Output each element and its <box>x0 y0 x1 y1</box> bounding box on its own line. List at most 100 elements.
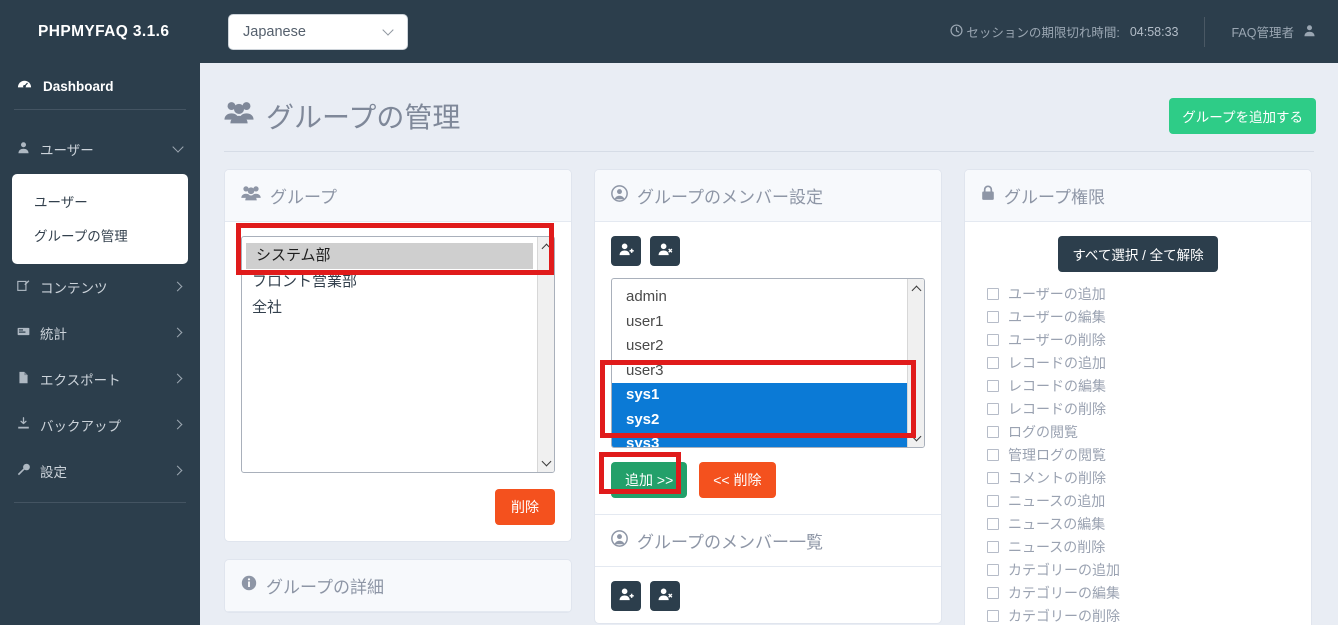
group-details-card-header: グループの詳細 <box>225 560 571 612</box>
permissions-card: グループ権限 すべて選択 / 全て解除 ユーザーの追加 ユーザーの編集 ユーザー… <box>964 169 1312 625</box>
checkbox[interactable] <box>987 287 999 300</box>
toggle-all-permissions-button[interactable]: すべて選択 / 全て解除 <box>1058 236 1218 272</box>
list-item[interactable]: システム部 <box>246 243 533 269</box>
permission-label: カテゴリーの追加 <box>1008 561 1120 578</box>
permission-row[interactable]: ユーザーの編集 <box>981 305 1295 328</box>
dashboard-icon <box>17 77 32 95</box>
remove-member-button[interactable] <box>650 581 680 611</box>
sidebar-item-statistics-label: 統計 <box>40 327 67 342</box>
top-bar: PHPMYFAQ 3.1.6 Japanese セッションの期限切れ時間: 04… <box>0 0 1338 63</box>
list-item[interactable]: user2 <box>612 334 907 359</box>
list-item[interactable]: admin <box>612 285 907 310</box>
members-card-title: グループのメンバー設定 <box>637 188 823 207</box>
groups-listbox[interactable]: システム部 フロント営業部 全社 <box>241 236 555 473</box>
list-item[interactable]: sys2 <box>612 407 907 432</box>
chevron-down-icon <box>384 26 395 37</box>
cards-row: グループ システム部 フロント営業部 全社 削除 グループの詳細 グループのメン… <box>200 152 1338 625</box>
sidebar-subitem-group-management[interactable]: グループの管理 <box>12 218 188 252</box>
groups-card-header: グループ <box>225 170 571 222</box>
chevron-down-icon[interactable] <box>911 432 922 443</box>
groups-card-footer: 削除 <box>225 489 571 541</box>
remove-user-button[interactable] <box>650 236 680 266</box>
session-time: 04:58:33 <box>1129 24 1179 39</box>
session-timer: セッションの期限切れ時間: 04:58:33 <box>950 22 1178 41</box>
permission-row[interactable]: カテゴリーの削除 <box>981 604 1295 625</box>
page-title: グループの管理 <box>224 96 460 136</box>
permission-row[interactable]: ニュースの追加 <box>981 489 1295 512</box>
permission-row[interactable]: ログの閲覧 <box>981 420 1295 443</box>
language-select-value: Japanese <box>243 23 306 40</box>
sidebar-item-backup[interactable]: バックアップ <box>0 402 200 448</box>
checkbox[interactable] <box>987 310 999 323</box>
list-item[interactable]: 全社 <box>242 295 537 321</box>
list-item[interactable]: フロント営業部 <box>242 269 537 295</box>
add-user-button[interactable] <box>611 236 641 266</box>
groups-listbox-scrollbar[interactable] <box>537 237 554 472</box>
checkbox[interactable] <box>987 379 999 392</box>
permission-label: ユーザーの編集 <box>1008 308 1106 325</box>
list-item[interactable]: user1 <box>612 310 907 335</box>
permission-label: ユーザーの削除 <box>1008 331 1106 348</box>
permission-row[interactable]: ユーザーの追加 <box>981 282 1295 305</box>
sidebar-item-settings[interactable]: 設定 <box>0 448 200 494</box>
permission-row[interactable]: ユーザーの削除 <box>981 328 1295 351</box>
permission-row[interactable]: コメントの削除 <box>981 466 1295 489</box>
user-minus-icon <box>658 242 673 260</box>
topbar-divider <box>1204 16 1206 47</box>
permission-row[interactable]: カテゴリーの追加 <box>981 558 1295 581</box>
transfer-remove-button[interactable]: << 削除 <box>699 462 776 498</box>
members-listbox[interactable]: admin user1 user2 user3 sys1 sys2 sys3 <box>611 278 925 448</box>
chevron-down-icon[interactable] <box>541 457 552 468</box>
members-listbox-scrollbar[interactable] <box>907 279 924 447</box>
list-item[interactable]: user3 <box>612 359 907 384</box>
permission-row[interactable]: 管理ログの閲覧 <box>981 443 1295 466</box>
checkbox[interactable] <box>987 563 999 576</box>
add-member-button[interactable] <box>611 581 641 611</box>
permission-row[interactable]: レコードの編集 <box>981 374 1295 397</box>
list-item[interactable]: sys1 <box>612 383 907 408</box>
user-icon <box>1303 24 1316 40</box>
file-icon <box>17 371 30 387</box>
checkbox[interactable] <box>987 448 999 461</box>
checkbox[interactable] <box>987 402 999 415</box>
sidebar-item-settings-label: 設定 <box>40 465 67 480</box>
sidebar-item-export-label: エクスポート <box>40 373 121 388</box>
permission-label: レコードの削除 <box>1008 400 1106 417</box>
sidebar-item-dashboard[interactable]: Dashboard <box>0 63 200 109</box>
permission-row[interactable]: カテゴリーの編集 <box>981 581 1295 604</box>
checkbox[interactable] <box>987 540 999 553</box>
permission-label: ニュースの編集 <box>1008 515 1106 532</box>
sidebar-item-users[interactable]: ユーザー <box>0 126 200 172</box>
sidebar-submenu-users: ユーザー グループの管理 <box>12 174 188 264</box>
sidebar-subitem-users[interactable]: ユーザー <box>12 184 188 218</box>
sidebar-item-content[interactable]: コンテンツ <box>0 264 200 310</box>
checkbox[interactable] <box>987 471 999 484</box>
user-plus-icon <box>619 242 634 260</box>
sidebar-item-statistics[interactable]: 統計 <box>0 310 200 356</box>
language-select[interactable]: Japanese <box>228 13 408 50</box>
chevron-up-icon[interactable] <box>911 283 922 294</box>
sidebar-dashboard-label: Dashboard <box>43 78 114 94</box>
column-permissions: グループ権限 すべて選択 / 全て解除 ユーザーの追加 ユーザーの編集 ユーザー… <box>964 169 1312 625</box>
permission-row[interactable]: ニュースの削除 <box>981 535 1295 558</box>
delete-group-button[interactable]: 削除 <box>495 489 555 525</box>
list-item[interactable]: sys3 <box>612 432 907 447</box>
permission-row[interactable]: レコードの削除 <box>981 397 1295 420</box>
checkbox[interactable] <box>987 425 999 438</box>
permission-row[interactable]: レコードの追加 <box>981 351 1295 374</box>
sidebar-nav: ユーザー ユーザー グループの管理 コンテンツ 統計 エクスポート バックアップ… <box>0 110 200 503</box>
checkbox[interactable] <box>987 333 999 346</box>
checkbox[interactable] <box>987 609 999 622</box>
chevron-up-icon[interactable] <box>541 241 552 252</box>
brand-title: PHPMYFAQ 3.1.6 <box>38 22 170 40</box>
sidebar-item-export[interactable]: エクスポート <box>0 356 200 402</box>
user-menu[interactable]: FAQ管理者 <box>1231 22 1316 41</box>
add-group-button[interactable]: グループを追加する <box>1169 98 1316 134</box>
user-plus-icon <box>619 587 634 605</box>
permission-row[interactable]: ニュースの編集 <box>981 512 1295 535</box>
checkbox[interactable] <box>987 494 999 507</box>
checkbox[interactable] <box>987 517 999 530</box>
transfer-add-button[interactable]: 追加 >> <box>611 462 688 498</box>
checkbox[interactable] <box>987 586 999 599</box>
checkbox[interactable] <box>987 356 999 369</box>
